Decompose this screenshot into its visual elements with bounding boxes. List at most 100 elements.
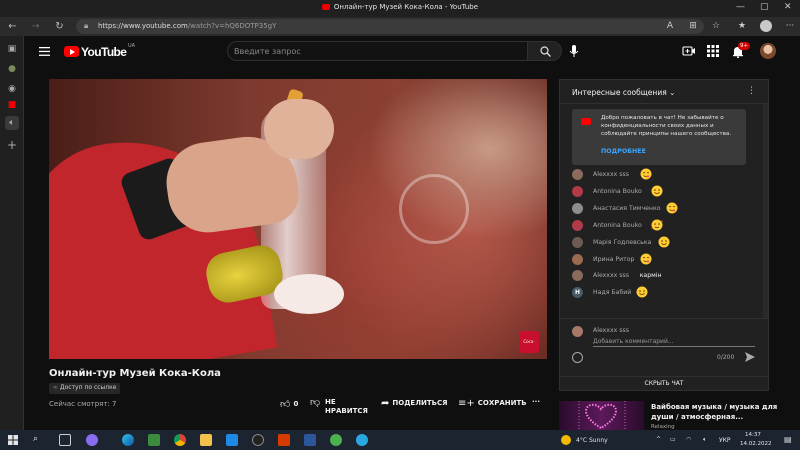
chat-comment-input[interactable] (593, 337, 755, 347)
dell-icon[interactable] (252, 434, 264, 446)
audio-tab-icon[interactable]: 🔈︎ (5, 116, 19, 130)
tray-overflow-icon[interactable]: ^ (656, 436, 661, 443)
browser-title-bar: Онлайн-тур Музей Кока-Кола - YouTube — ▢… (0, 0, 800, 17)
store-icon[interactable] (148, 434, 160, 446)
forward-icon[interactable]: → (29, 20, 42, 33)
like-count: 0 (293, 400, 299, 408)
microphone-icon[interactable] (566, 43, 582, 59)
send-icon[interactable] (744, 351, 756, 363)
weather-widget[interactable]: 4°C Sunny (576, 437, 608, 444)
vertical-tab-strip: ▣ ● ◉ ■ 🔈︎ + (0, 36, 24, 430)
tab-title: Онлайн-тур Музей Кока-Кола - YouTube (333, 3, 479, 11)
new-tab-icon[interactable]: + (5, 138, 19, 152)
share-button[interactable]: ➦ ПОДЕЛИТЬСЯ (381, 398, 448, 409)
task-view-icon[interactable] (59, 434, 71, 446)
save-playlist-icon: ≡+ (458, 398, 475, 409)
chat-author-name[interactable]: Antonina Bouko (593, 188, 642, 195)
share-icon: ➦ (381, 398, 390, 409)
chat-mode-dropdown[interactable]: Интересные сообщения ⌄ (572, 88, 675, 97)
notification-center-icon[interactable]: ▤ (784, 435, 792, 444)
volume-icon[interactable]: 🔈︎ (703, 436, 707, 444)
clock-date[interactable]: 14.02.2022 (740, 441, 772, 447)
clock-time[interactable]: 14:37 (745, 432, 761, 438)
chat-author-avatar[interactable] (572, 169, 583, 180)
mail-icon[interactable] (226, 434, 238, 446)
chat-author-avatar[interactable] (572, 219, 583, 231)
chat-scrollbar[interactable] (763, 104, 768, 318)
chat-author-name[interactable]: Надя Бабий (593, 289, 631, 296)
chat-author-avatar[interactable] (572, 270, 583, 282)
chat-mode-label: Интересные сообщения (572, 88, 667, 97)
wifi-icon[interactable]: ◠ (686, 436, 691, 443)
chat-author-name[interactable]: Alexxxx sss (593, 171, 629, 178)
windows-start-icon[interactable] (8, 435, 18, 445)
user-avatar[interactable] (760, 43, 776, 59)
taskbar-search-icon[interactable]: ⌕ (33, 434, 38, 444)
search-input[interactable] (234, 45, 534, 57)
tab-actions-icon[interactable]: ▣ (5, 42, 19, 56)
url-text[interactable]: https://www.youtube.com/watch?v=hQ6DOTP3… (98, 22, 276, 30)
edge-browser-icon[interactable] (122, 434, 134, 446)
user-avatar (572, 326, 583, 337)
apps-grid-icon[interactable] (707, 45, 719, 57)
search-box[interactable] (227, 41, 552, 61)
profile-avatar-icon[interactable] (760, 20, 772, 32)
telegram-icon[interactable] (356, 434, 368, 446)
hamburger-menu-icon[interactable] (39, 47, 50, 56)
office-icon[interactable] (278, 434, 290, 446)
chevron-down-icon: ⌄ (669, 88, 676, 97)
tab-favicon-icon[interactable]: ◉ (5, 82, 19, 96)
youtube-tab-icon[interactable]: ■ (5, 98, 19, 112)
app-icon[interactable] (86, 434, 98, 446)
dislike-label: НЕ (325, 398, 336, 406)
weather-temp: 4°C (576, 437, 588, 444)
tab-search-icon[interactable]: ⊞ (687, 20, 699, 32)
chat-author-avatar[interactable] (572, 253, 583, 265)
hide-chat-button[interactable]: СКРЫТЬ ЧАТ (560, 376, 768, 391)
search-button[interactable] (527, 41, 562, 61)
chat-menu-icon[interactable]: ⋮ (747, 86, 756, 96)
dislike-button[interactable]: 👎︎ НЕ НРАВИТСЯ (310, 398, 368, 416)
window-title: Онлайн-тур Музей Кока-Кола - YouTube (0, 3, 800, 11)
address-bar[interactable]: 🔒︎ https://www.youtube.com/watch?v=hQ6DO… (76, 19, 704, 34)
back-icon[interactable]: ← (6, 20, 19, 33)
browser-menu-icon[interactable]: ··· (784, 20, 796, 32)
chat-author-avatar[interactable] (572, 202, 583, 214)
read-aloud-icon[interactable]: A (664, 20, 676, 32)
close-icon[interactable]: ✕ (784, 2, 792, 12)
chat-author-avatar[interactable]: Н (572, 287, 583, 299)
chat-author-name[interactable]: Анастасия Тимченко (593, 205, 660, 212)
tab-favicon-icon[interactable]: ● (5, 62, 19, 76)
save-button[interactable]: ≡+ СОХРАНИТЬ (458, 398, 527, 409)
emoji-picker-icon[interactable] (572, 352, 583, 363)
create-video-icon[interactable] (682, 45, 696, 57)
keyboard-language[interactable]: УКР (719, 437, 731, 444)
youtube-play-icon (64, 46, 79, 57)
refresh-icon[interactable]: ↻ (53, 20, 66, 33)
favorites-icon[interactable]: ★ (736, 20, 748, 32)
video-player[interactable]: Coca-Cola (49, 79, 547, 359)
chat-author-name[interactable]: Antonina Bouko (593, 222, 642, 229)
more-actions-button[interactable]: ··· (532, 398, 540, 406)
favorite-star-icon[interactable]: ☆ (710, 20, 722, 32)
word-icon[interactable] (304, 434, 316, 446)
chat-author-name[interactable]: Ирина Ритор (593, 256, 634, 263)
maximize-icon[interactable]: ▢ (760, 2, 769, 12)
chat-author-name[interactable]: Марія Годлевська (593, 239, 651, 246)
file-explorer-icon[interactable] (200, 434, 212, 446)
notification-badge: 9+ (738, 42, 751, 50)
minimize-icon[interactable]: — (736, 2, 745, 12)
recommended-thumbnail[interactable] (559, 401, 644, 430)
weather-sun-icon[interactable] (561, 435, 571, 445)
chat-author-name[interactable]: Alexxxx sss (593, 272, 629, 279)
chrome-icon[interactable] (174, 434, 186, 446)
learn-more-link[interactable]: ПОДРОБНЕЕ (601, 148, 646, 155)
background-ring (399, 174, 469, 244)
more-icon: ··· (532, 398, 540, 406)
like-button[interactable]: 👍︎ 0 (280, 398, 298, 410)
recommended-title[interactable]: Вайбовая музыка / музыка для души / атмо… (651, 402, 791, 422)
network-icon[interactable]: ▭ (670, 436, 676, 443)
app-icon[interactable] (330, 434, 342, 446)
chat-author-avatar[interactable] (572, 236, 583, 248)
chat-author-avatar[interactable] (572, 185, 583, 197)
